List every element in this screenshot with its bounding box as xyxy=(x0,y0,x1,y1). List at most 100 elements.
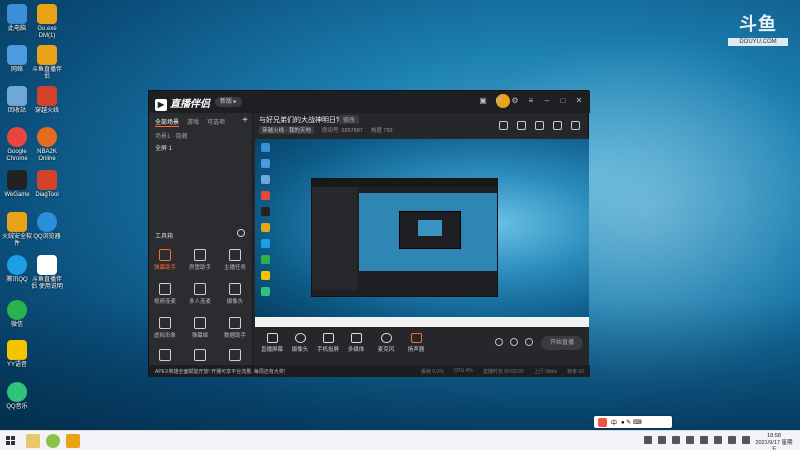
desktop-icon-cf[interactable]: 穿越火线 xyxy=(30,86,64,115)
hot-value: 热度 793 xyxy=(370,128,393,134)
desktop-icon-yy[interactable]: YY语音 xyxy=(0,340,34,369)
nested-titlebar xyxy=(312,179,497,187)
start-stream-button[interactable]: 开始直播 xyxy=(541,336,583,350)
windows-start-icon[interactable] xyxy=(6,436,16,446)
tool-video-link[interactable]: 视频连麦 xyxy=(152,283,178,305)
category-pill[interactable]: 穿越火线 · 我的天地 xyxy=(259,126,314,134)
ime-icons: ● ✎ ⌨ xyxy=(621,419,642,426)
skin-icon[interactable]: ▣ xyxy=(478,96,488,106)
desktop-icon-qqbrowser[interactable]: QQ浏览器 xyxy=(30,212,64,241)
add-screen-button[interactable]: 直播屏幕 xyxy=(259,333,285,353)
version-pill[interactable]: 新版 ▸ xyxy=(215,97,242,107)
taskbar-clock[interactable]: 18:58 2021/9/17 星期五 xyxy=(754,433,794,450)
shield-icon xyxy=(7,212,27,232)
tool-multi-link[interactable]: 多人连麦 xyxy=(187,283,213,305)
maximize-icon[interactable]: □ xyxy=(558,96,568,106)
message-icon[interactable]: ✉ xyxy=(494,96,504,106)
lock-icon[interactable] xyxy=(517,121,526,130)
toolbox-settings-icon[interactable] xyxy=(237,229,245,237)
tray-icon[interactable] xyxy=(672,436,680,444)
desktop-icon-network[interactable]: 网络 xyxy=(0,45,34,74)
edit-title-button[interactable]: 修改 xyxy=(339,115,360,124)
file-explorer-icon[interactable] xyxy=(26,434,40,448)
add-scene-button[interactable]: + xyxy=(242,115,248,126)
room-info: 穿越火线 · 我的天地 房间号: 9257887 热度 793 xyxy=(259,126,393,134)
desktop-icon-wechat[interactable]: 微信 xyxy=(0,300,34,329)
add-camera-button[interactable]: 摄像头 xyxy=(287,333,313,353)
record-icon[interactable] xyxy=(535,121,544,130)
avatar-icon xyxy=(159,317,171,329)
task-icon xyxy=(229,249,241,261)
desktop-icon-wegame[interactable]: WeGame xyxy=(0,170,34,199)
desktop-icon-chrome[interactable]: Google Chrome xyxy=(0,127,34,162)
tool-room-manager[interactable]: 房管助手 xyxy=(187,249,213,271)
tool-danmu-display[interactable]: 弹幕姬 xyxy=(187,317,213,339)
gift-icon[interactable] xyxy=(499,121,508,130)
fullscreen-icon[interactable] xyxy=(553,121,562,130)
desktop-icon-qq[interactable]: 腾讯QQ xyxy=(0,255,34,284)
tab-game[interactable]: 游戏 xyxy=(187,117,199,127)
ime-toolbar[interactable]: 中 ● ✎ ⌨ xyxy=(594,416,672,428)
tool-download[interactable] xyxy=(187,349,213,363)
tool-danmu-assistant[interactable]: 弹幕助手 xyxy=(152,249,178,271)
network-icon[interactable] xyxy=(742,436,750,444)
desktop-icon-douyu[interactable]: 斗鱼直播伴侣 xyxy=(30,45,64,80)
tray-icon[interactable] xyxy=(686,436,694,444)
close-icon[interactable]: ✕ xyxy=(574,96,584,106)
scene-item[interactable]: 全屏 1 xyxy=(155,143,172,152)
user-icon xyxy=(194,249,206,261)
douyu-watermark: 斗鱼 DOUYU.COM xyxy=(728,10,788,54)
notice-text[interactable]: APEX英雄全面赋能开放! 开播可享平台流量, 每周还有大奖! xyxy=(155,368,285,375)
timer-icon[interactable] xyxy=(510,338,518,346)
add-media-button[interactable]: 多媒体 xyxy=(343,333,369,353)
app-taskbar-icon[interactable] xyxy=(46,434,60,448)
stream-preview[interactable] xyxy=(255,139,589,327)
tab-options[interactable]: 可选项 xyxy=(207,117,225,127)
tool-pk[interactable] xyxy=(152,349,178,363)
desktop-icon-qqmusic[interactable]: QQ音乐 xyxy=(0,382,34,411)
scene-item[interactable]: 场景1 · 隐藏 xyxy=(155,131,188,140)
microphone-button[interactable]: 麦克风 xyxy=(373,333,399,353)
pk-icon xyxy=(159,349,171,361)
gear-icon[interactable] xyxy=(525,338,533,346)
tray-icon[interactable] xyxy=(700,436,708,444)
tray-icon[interactable] xyxy=(714,436,722,444)
desktop-icon-doc[interactable]: 斗鱼直播伴侣 使用说明 xyxy=(30,255,64,290)
desktop-icon-recycle[interactable]: 回收站 xyxy=(0,86,34,115)
download-icon xyxy=(194,349,206,361)
share-icon[interactable] xyxy=(571,121,580,130)
tool-data-assistant[interactable]: 数据助手 xyxy=(222,317,248,339)
app-logo: ▶ 直播伴侣 xyxy=(155,95,210,111)
record-video-icon[interactable] xyxy=(495,338,503,346)
speaker-button[interactable]: 扬声器 xyxy=(403,333,429,353)
browser-icon xyxy=(37,212,57,232)
desktop-icon-computer[interactable]: 此电脑 xyxy=(0,4,34,33)
desktop-icon-security[interactable]: 火绒安全软件 xyxy=(0,212,34,247)
douyu-taskbar-icon[interactable] xyxy=(66,434,80,448)
volume-icon[interactable] xyxy=(728,436,736,444)
tv-icon xyxy=(194,317,206,329)
tray-icon[interactable] xyxy=(644,436,652,444)
game-icon xyxy=(37,86,57,106)
camera-icon xyxy=(294,333,306,343)
tray-icon[interactable] xyxy=(658,436,666,444)
preview-icon xyxy=(261,207,270,216)
settings-icon[interactable]: ⚙ xyxy=(510,96,520,106)
minimize-icon[interactable]: – xyxy=(542,96,552,106)
tool-camera[interactable]: 摄像头 xyxy=(222,283,248,305)
toolbox-title: 工具箱 xyxy=(155,234,174,240)
desktop-icon-go[interactable]: Go.exe DM(1) xyxy=(30,4,64,39)
tool-streamer-task[interactable]: 主播任务 xyxy=(222,249,248,271)
chart-icon xyxy=(229,317,241,329)
desktop-icon-nba[interactable]: NBA2K Online xyxy=(30,127,64,162)
add-phone-button[interactable]: 手机投屏 xyxy=(315,333,341,353)
desktop-icon-diagtool[interactable]: DiagTool xyxy=(30,170,64,199)
nested-inner-preview xyxy=(418,220,442,236)
tool-more[interactable] xyxy=(222,349,248,363)
preview-icon xyxy=(261,239,270,248)
menu-icon[interactable]: ≡ xyxy=(526,96,536,106)
tab-all-scenes[interactable]: 全部场景 xyxy=(155,117,180,127)
tool-avatar[interactable]: 虚拟形象 xyxy=(152,317,178,339)
desktop-icons: 此电脑 Go.exe DM(1) 网络 斗鱼直播伴侣 回收站 穿越火线 Goog… xyxy=(0,0,70,430)
people-icon xyxy=(194,283,206,295)
